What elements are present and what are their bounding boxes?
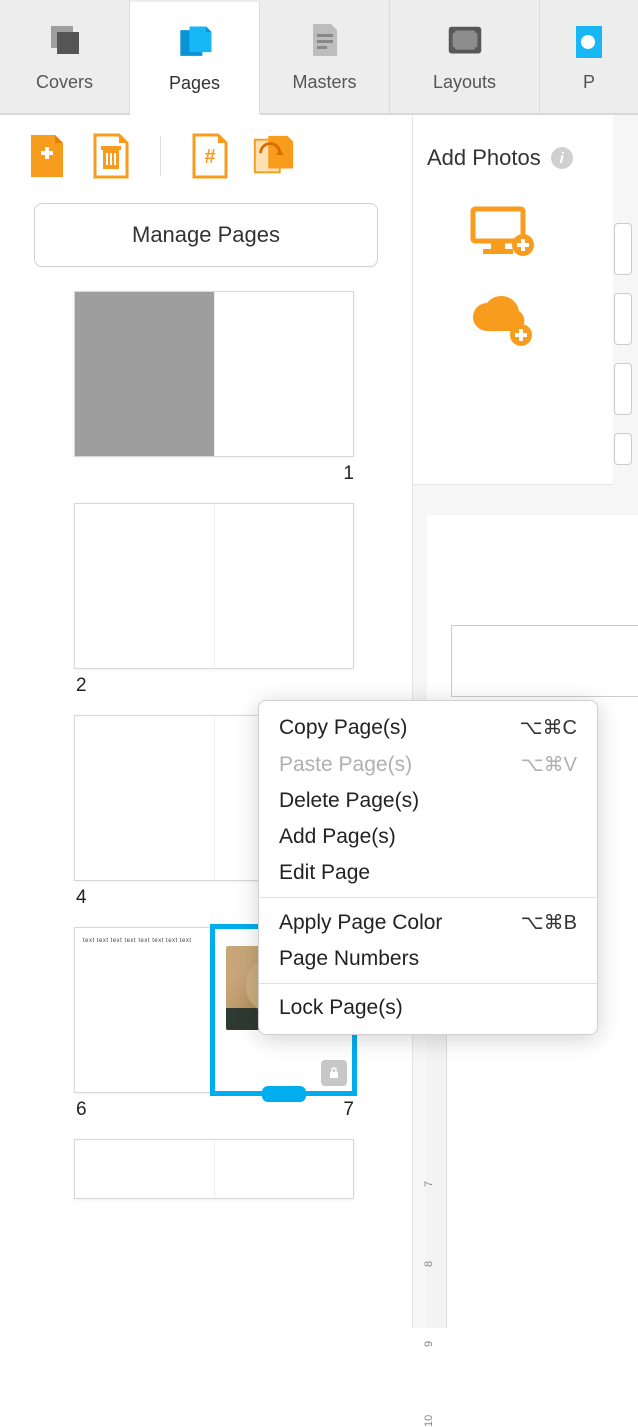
- toolbar-divider: [160, 136, 161, 176]
- page-text-preview: text text text text text text text text: [75, 928, 214, 954]
- tab-partial[interactable]: P: [540, 0, 638, 113]
- spread-1[interactable]: 1: [74, 291, 356, 485]
- masters-icon: [303, 20, 347, 64]
- cm-label: Delete Page(s): [279, 789, 419, 813]
- svg-text:#: #: [204, 146, 215, 168]
- edge-button-3[interactable]: [614, 363, 632, 415]
- cm-lock-pages[interactable]: Lock Page(s): [259, 990, 597, 1026]
- cm-delete-pages[interactable]: Delete Page(s): [259, 783, 597, 819]
- cm-label: Edit Page: [279, 861, 370, 885]
- cm-shortcut: ⌥⌘C: [520, 715, 578, 740]
- canvas-rect: [451, 625, 638, 697]
- cm-copy-pages[interactable]: Copy Page(s) ⌥⌘C: [259, 709, 597, 746]
- cm-add-pages[interactable]: Add Page(s): [259, 819, 597, 855]
- delete-page-button[interactable]: [88, 133, 134, 179]
- manage-pages-button[interactable]: Manage Pages: [34, 203, 378, 267]
- swap-page-button[interactable]: [251, 133, 297, 179]
- page-left[interactable]: [75, 1140, 214, 1198]
- add-photos-label: Add Photos: [427, 145, 541, 171]
- ruler-mark: 7: [423, 1181, 435, 1187]
- cm-label: Copy Page(s): [279, 716, 407, 740]
- partial-icon: [567, 20, 611, 64]
- selection-handle[interactable]: [262, 1086, 306, 1102]
- add-from-cloud-button[interactable]: [467, 295, 537, 351]
- edge-button-4[interactable]: [614, 433, 632, 465]
- cm-label: Apply Page Color: [279, 911, 442, 935]
- tab-label: Layouts: [433, 72, 496, 93]
- cm-apply-page-color[interactable]: Apply Page Color ⌥⌘B: [259, 904, 597, 941]
- page-number: 6: [76, 1099, 87, 1121]
- spread-5[interactable]: [74, 1139, 356, 1199]
- tab-covers[interactable]: Covers: [0, 0, 130, 113]
- spread-2[interactable]: 2: [74, 503, 356, 697]
- cm-label: Page Numbers: [279, 947, 419, 971]
- cm-label: Add Page(s): [279, 825, 396, 849]
- pages-icon: [173, 21, 217, 65]
- cm-shortcut: ⌥⌘B: [521, 910, 577, 935]
- page-left[interactable]: text text text text text text text text: [75, 928, 214, 1092]
- page-left[interactable]: [75, 716, 214, 880]
- ruler-mark: 9: [423, 1341, 435, 1347]
- page-number: 4: [76, 887, 87, 909]
- page-left[interactable]: [75, 292, 214, 456]
- page-right[interactable]: [214, 1140, 354, 1198]
- pages-toolbar: #: [0, 115, 412, 189]
- tab-label: Covers: [36, 72, 93, 93]
- tab-label: P: [583, 72, 595, 93]
- page-right[interactable]: [214, 504, 354, 668]
- page-left[interactable]: [75, 504, 214, 668]
- tab-label: Pages: [169, 73, 220, 94]
- page-number: 1: [343, 463, 354, 485]
- tab-pages[interactable]: Pages: [130, 2, 260, 115]
- page-number-button[interactable]: #: [187, 133, 233, 179]
- tab-label: Masters: [292, 72, 356, 93]
- cm-label: Paste Page(s): [279, 753, 412, 777]
- covers-icon: [43, 20, 87, 64]
- add-photos-section: Add Photos i: [413, 115, 613, 485]
- right-edge-buttons: [614, 223, 632, 465]
- ruler-mark: 8: [423, 1261, 435, 1267]
- manage-pages-label: Manage Pages: [132, 222, 280, 248]
- edge-button-2[interactable]: [614, 293, 632, 345]
- lock-icon: [321, 1060, 347, 1086]
- tab-layouts[interactable]: Layouts: [390, 0, 540, 113]
- cm-page-numbers[interactable]: Page Numbers: [259, 941, 597, 977]
- page-right[interactable]: [214, 292, 354, 456]
- cm-divider: [259, 983, 597, 984]
- ruler-mark: 10: [423, 1415, 435, 1427]
- page-number: 2: [76, 675, 87, 697]
- cm-paste-pages: Paste Page(s) ⌥⌘V: [259, 746, 597, 783]
- context-menu: Copy Page(s) ⌥⌘C Paste Page(s) ⌥⌘V Delet…: [258, 700, 598, 1035]
- add-page-button[interactable]: [24, 133, 70, 179]
- cm-divider: [259, 897, 597, 898]
- add-from-computer-button[interactable]: [467, 205, 537, 261]
- cm-edit-page[interactable]: Edit Page: [259, 855, 597, 891]
- cm-label: Lock Page(s): [279, 996, 403, 1020]
- info-icon[interactable]: i: [551, 147, 573, 169]
- page-number: 7: [343, 1099, 354, 1121]
- layouts-icon: [443, 20, 487, 64]
- edge-button-1[interactable]: [614, 223, 632, 275]
- top-tabbar: Covers Pages Masters Layouts P: [0, 0, 638, 115]
- tab-masters[interactable]: Masters: [260, 0, 390, 113]
- cm-shortcut: ⌥⌘V: [521, 752, 577, 777]
